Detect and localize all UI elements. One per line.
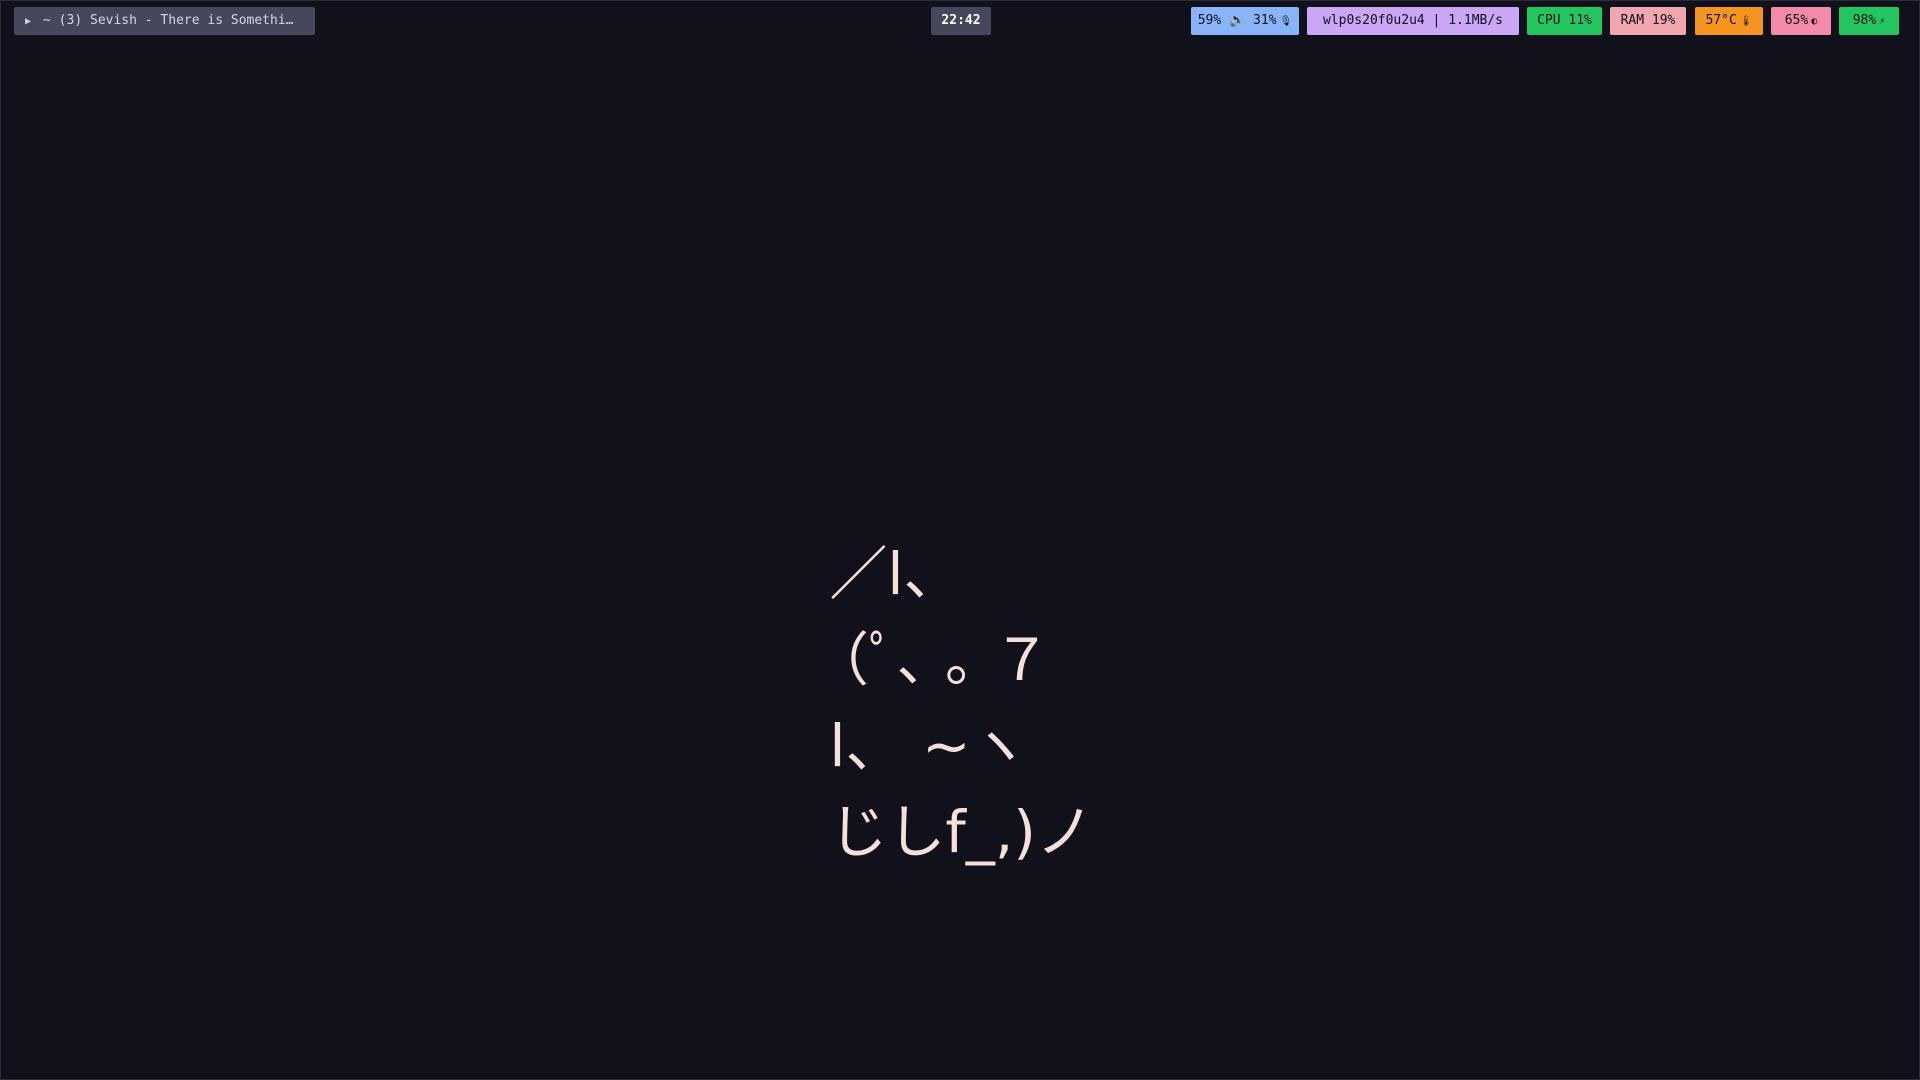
play-icon[interactable]: ▶ xyxy=(25,16,31,27)
temperature-text: 57°C xyxy=(1705,13,1737,28)
cpu-module[interactable]: CPU 11% xyxy=(1527,7,1602,35)
wallpaper-ascii-cat: ／l、 （ﾟ､ ｡ ７ l、 ~ヽ じしf_,)ノ xyxy=(811,531,1231,875)
ram-module[interactable]: RAM 19% xyxy=(1610,7,1686,35)
media-title: ~ (3) Sevish - There is Somethi… xyxy=(43,13,294,28)
network-text: wlp0s20f0u2u4 | 1.1MB/s xyxy=(1322,13,1503,28)
battery-text: 98% xyxy=(1852,13,1877,28)
cpu-text: CPU 11% xyxy=(1537,13,1592,28)
ascii-line: ／l、 xyxy=(811,540,962,608)
media-player-module[interactable]: ▶ ~ (3) Sevish - There is Somethi… xyxy=(14,7,315,35)
brightness-text: 65% xyxy=(1784,13,1809,28)
battery-charging-icon: ⚡ xyxy=(1879,16,1886,27)
ascii-line: l、 ~ヽ xyxy=(811,712,1029,780)
battery-module[interactable]: 98% ⚡ xyxy=(1839,7,1899,35)
temperature-module[interactable]: 57°C 🌡 xyxy=(1695,7,1763,35)
ascii-line: じしf_,)ノ xyxy=(811,798,1094,866)
clock[interactable]: 22:42 xyxy=(931,7,991,35)
audio-module[interactable]: 59% 🔈 31% 🎙 xyxy=(1191,7,1299,35)
brightness-module[interactable]: 65% ◐ xyxy=(1771,7,1831,35)
brightness-icon: ◐ xyxy=(1811,16,1818,27)
audio-text: 59% 🔈 31% xyxy=(1197,13,1277,28)
ram-text: RAM 19% xyxy=(1620,13,1676,28)
thermometer-icon: 🌡 xyxy=(1739,16,1753,27)
microphone-icon: 🎙 xyxy=(1279,16,1293,27)
network-module[interactable]: wlp0s20f0u2u4 | 1.1MB/s xyxy=(1307,7,1519,35)
ascii-line: （ﾟ､ ｡ ７ xyxy=(811,626,1051,694)
status-bar: ▶ ~ (3) Sevish - There is Somethi… 22:42 … xyxy=(1,7,1920,35)
